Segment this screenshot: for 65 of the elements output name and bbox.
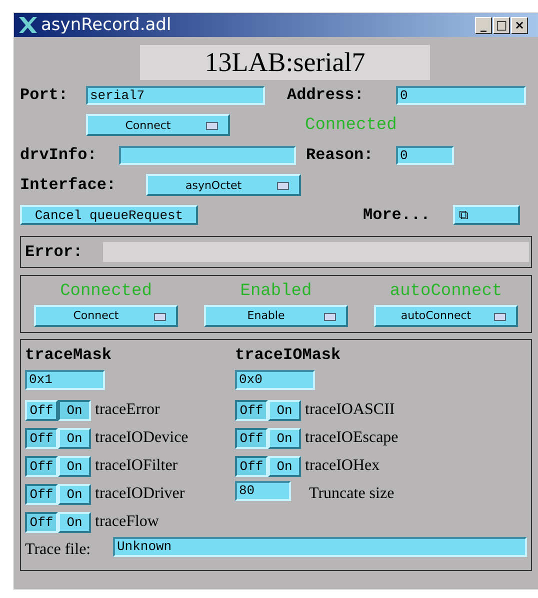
trace-option-label: traceFlow [95,513,159,531]
on-toggle[interactable]: On [58,512,91,532]
status-menu[interactable]: Connect [34,304,178,326]
status-text: autoConnect [390,282,502,300]
cancel-queue-request-button[interactable]: Cancel queueRequest [20,205,198,225]
reason-label: Reason: [306,146,374,164]
error-label: Error: [25,243,84,261]
trace-option-label: traceIOHex [305,457,380,475]
off-toggle[interactable]: Off [25,456,58,476]
on-toggle[interactable]: On [268,428,301,448]
more-label: More... [363,206,432,224]
menu-indicator-icon [494,312,506,320]
drvinfo-label: drvInfo: [20,146,98,164]
trace-mask-field[interactable]: 0x1 [25,370,105,390]
off-toggle[interactable]: Off [25,512,58,532]
window-control-button[interactable]: _ [475,16,492,34]
trace-option-label: traceIODevice [95,429,188,447]
window-title: asynRecord.adl [41,15,172,35]
trace-option-label: traceIOFilter [95,457,178,475]
trace-option-label: traceIODriver [95,485,185,503]
port-label: Port: [20,86,70,104]
on-toggle[interactable]: On [58,428,91,448]
menu-indicator-icon [154,312,166,320]
window-control-button[interactable]: □ [493,16,510,34]
trace-io-mask-title: traceIOMask [235,345,342,366]
on-toggle[interactable]: On [58,400,91,420]
trace-option-label: traceIOEscape [305,429,398,447]
trace-option-label: traceIOASCII [305,401,395,419]
trace-io-mask-field[interactable]: 0x0 [235,370,315,390]
window-control-button[interactable]: × [511,16,528,34]
off-toggle[interactable]: Off [25,400,58,420]
on-toggle[interactable]: On [58,484,91,504]
off-toggle[interactable]: Off [235,400,268,420]
connection-status: Connected [305,116,397,134]
x-logo-icon [18,16,38,34]
address-label: Address: [287,86,365,104]
drvinfo-field[interactable] [119,146,296,164]
on-toggle[interactable]: On [268,456,301,476]
trace-file-field[interactable]: Unknown [113,537,527,557]
off-toggle[interactable]: Off [25,484,58,504]
address-field[interactable]: 0 [396,86,526,104]
more-button[interactable]: ⧉ [453,205,520,225]
on-toggle[interactable]: On [58,456,91,476]
menu-indicator-icon [277,182,289,190]
trace-file-label: Trace file: [25,541,92,559]
interface-label: Interface: [20,176,118,194]
off-toggle[interactable]: Off [235,456,268,476]
truncate-size-label: Truncate size [309,485,394,503]
reason-field[interactable]: 0 [396,146,454,164]
status-text: Enabled [240,282,312,300]
on-toggle[interactable]: On [268,400,301,420]
menu-indicator-icon [206,122,218,130]
connect-menu[interactable]: Connect [86,114,230,136]
menu-indicator-icon [324,312,336,320]
status-menu[interactable]: autoConnect [374,304,518,326]
status-text: Connected [60,282,152,300]
off-toggle[interactable]: Off [235,428,268,448]
status-menu[interactable]: Enable [204,304,348,326]
interface-menu[interactable]: asynOctet [146,174,301,196]
truncate-size-field[interactable]: 80 [235,481,291,501]
off-toggle[interactable]: Off [25,428,58,448]
trace-option-label: traceError [95,401,160,419]
port-field[interactable]: serial7 [86,86,265,104]
trace-mask-title: traceMask [25,345,112,366]
record-name: 13LAB:serial7 [140,45,430,80]
